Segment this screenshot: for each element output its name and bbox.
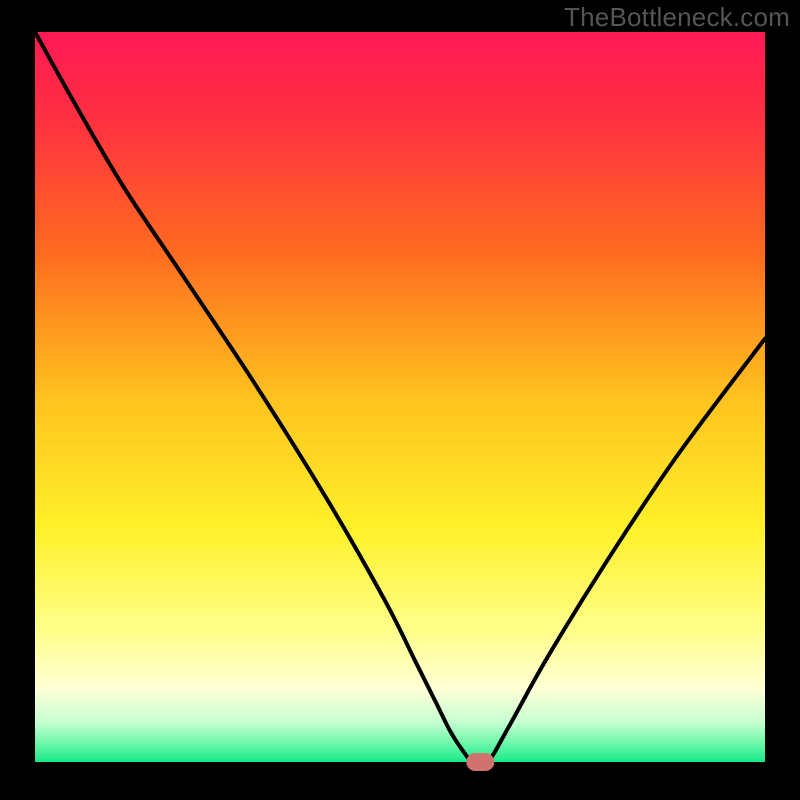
chart-container: TheBottleneck.com xyxy=(0,0,800,800)
optimal-point-marker xyxy=(466,753,494,771)
plot-background xyxy=(35,32,765,762)
watermark-label: TheBottleneck.com xyxy=(564,2,790,33)
bottleneck-chart xyxy=(0,0,800,800)
